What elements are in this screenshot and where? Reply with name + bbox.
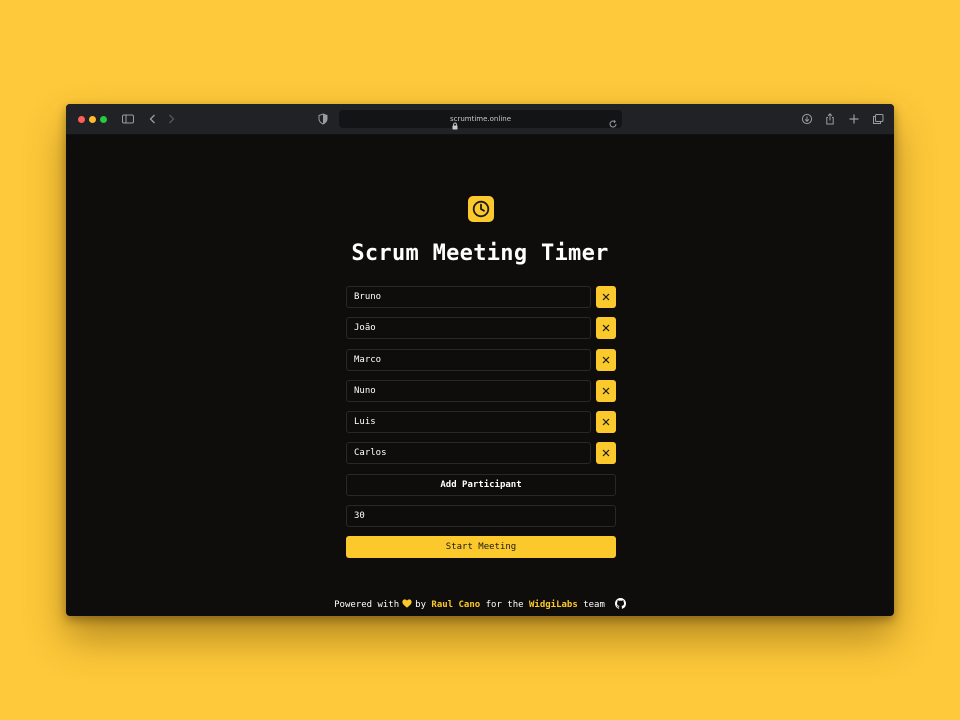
close-icon xyxy=(602,324,610,332)
participant-row: Bruno xyxy=(346,286,616,308)
participant-name-input[interactable]: Marco xyxy=(346,349,591,371)
shield-icon[interactable] xyxy=(316,112,330,126)
remove-participant-button[interactable] xyxy=(596,286,616,308)
minimize-window-button[interactable] xyxy=(89,116,96,123)
footer: Powered with by Raul Cano for the WidgiLa… xyxy=(66,598,894,612)
author-link[interactable]: Raul Cano xyxy=(431,600,480,610)
start-meeting-button[interactable]: Start Meeting xyxy=(346,536,616,558)
new-tab-icon[interactable] xyxy=(847,112,861,126)
close-window-button[interactable] xyxy=(78,116,85,123)
download-icon[interactable] xyxy=(800,112,814,126)
participant-name-input[interactable]: João xyxy=(346,317,591,339)
remove-participant-button[interactable] xyxy=(596,380,616,402)
tabs-overview-icon[interactable] xyxy=(871,112,885,126)
share-icon[interactable] xyxy=(823,112,837,126)
close-icon xyxy=(602,356,610,364)
footer-for-the: for the xyxy=(485,600,524,610)
app-logo xyxy=(468,196,494,222)
remove-participant-button[interactable] xyxy=(596,317,616,339)
team-link[interactable]: WidgiLabs xyxy=(529,600,578,610)
participant-name-input[interactable]: Nuno xyxy=(346,380,591,402)
remove-participant-button[interactable] xyxy=(596,442,616,464)
forward-icon[interactable] xyxy=(164,112,178,126)
participant-name-input[interactable]: Carlos xyxy=(346,442,591,464)
sidebar-icon[interactable] xyxy=(121,112,135,126)
participant-row: Nuno xyxy=(346,380,616,402)
close-icon xyxy=(602,449,610,457)
close-icon xyxy=(602,387,610,395)
back-icon[interactable] xyxy=(146,112,160,126)
github-icon[interactable] xyxy=(614,598,626,614)
meeting-duration-input[interactable]: 30 xyxy=(346,505,616,527)
participant-name-input[interactable]: Luis xyxy=(346,411,591,433)
participant-row: Marco xyxy=(346,349,616,371)
remove-participant-button[interactable] xyxy=(596,349,616,371)
participant-row: Carlos xyxy=(346,442,616,464)
url-text: scrumtime.online xyxy=(449,115,512,123)
footer-by: by xyxy=(415,600,426,610)
address-bar[interactable]: scrumtime.online xyxy=(339,110,622,130)
reload-icon[interactable] xyxy=(608,114,618,128)
participant-row: Luis xyxy=(346,411,616,433)
remove-participant-button[interactable] xyxy=(596,411,616,433)
page-content: Scrum Meeting Timer Bruno João Marco Nun… xyxy=(66,135,894,616)
footer-team: team xyxy=(583,600,605,610)
participant-name-input[interactable]: Bruno xyxy=(346,286,591,308)
clock-icon xyxy=(472,200,490,218)
add-participant-button[interactable]: Add Participant xyxy=(346,474,616,496)
close-icon xyxy=(602,418,610,426)
browser-window: scrumtime.online Scrum Meeting Timer Bru… xyxy=(66,104,894,616)
browser-toolbar: scrumtime.online xyxy=(66,104,894,135)
heart-icon xyxy=(402,599,412,613)
participant-row: João xyxy=(346,317,616,339)
page-title: Scrum Meeting Timer xyxy=(351,241,609,266)
close-icon xyxy=(602,293,610,301)
footer-powered-with: Powered with xyxy=(334,600,400,610)
maximize-window-button[interactable] xyxy=(100,116,107,123)
